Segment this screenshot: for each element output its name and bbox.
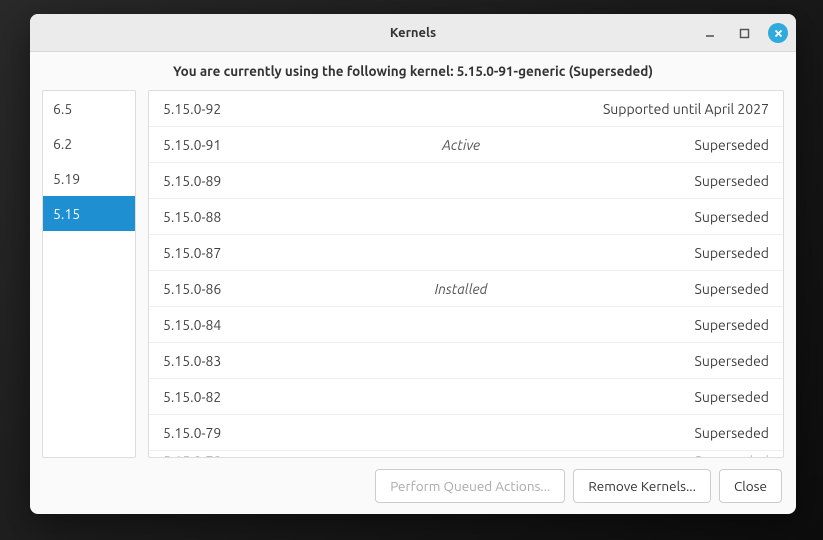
- button-label: Remove Kernels...: [588, 478, 696, 494]
- kernel-status: Superseded: [569, 281, 769, 297]
- kernel-status: Superseded: [569, 389, 769, 405]
- button-label: Perform Queued Actions...: [390, 478, 550, 494]
- perform-queued-actions-button[interactable]: Perform Queued Actions...: [375, 469, 565, 503]
- sidebar-item-label: 5.15: [53, 206, 80, 222]
- kernel-row[interactable]: 5.15.0-83 Superseded: [149, 343, 783, 379]
- minimize-button[interactable]: [700, 23, 720, 43]
- sidebar-item-5-19[interactable]: 5.19: [43, 161, 135, 196]
- kernels-window: Kernels: [30, 14, 796, 514]
- kernel-row-partial[interactable]: 5.15.0-78 Superseded: [149, 451, 783, 458]
- kernel-row[interactable]: 5.15.0-91 Active Superseded: [149, 127, 783, 163]
- kernel-version: 5.15.0-89: [163, 173, 353, 189]
- sidebar-item-6-2[interactable]: 6.2: [43, 126, 135, 161]
- kernel-status: Superseded: [569, 173, 769, 189]
- minimize-icon: [704, 27, 716, 39]
- kernel-row[interactable]: 5.15.0-92 Supported until April 2027: [149, 91, 783, 127]
- subtitle-bar: You are currently using the following ke…: [30, 52, 796, 90]
- kernel-version: 5.15.0-87: [163, 245, 353, 261]
- kernel-row[interactable]: 5.15.0-88 Superseded: [149, 199, 783, 235]
- current-kernel-text: You are currently using the following ke…: [173, 63, 653, 79]
- sidebar-item-label: 5.19: [53, 171, 80, 187]
- kernel-row[interactable]: 5.15.0-89 Superseded: [149, 163, 783, 199]
- kernel-version: 5.15.0-83: [163, 353, 353, 369]
- kernel-row[interactable]: 5.15.0-84 Superseded: [149, 307, 783, 343]
- button-label: Close: [734, 478, 767, 494]
- desktop-background: Kernels: [0, 0, 823, 540]
- kernel-status: Superseded: [569, 453, 769, 458]
- content-area: 6.5 6.2 5.19 5.15 5.15.0-92 Supported un…: [30, 90, 796, 458]
- kernel-version: 5.15.0-91: [163, 137, 353, 153]
- kernel-status: Superseded: [569, 353, 769, 369]
- kernel-status: Superseded: [569, 425, 769, 441]
- close-button[interactable]: Close: [719, 469, 782, 503]
- kernel-status: Supported until April 2027: [569, 101, 769, 117]
- kernel-list[interactable]: 5.15.0-92 Supported until April 2027 5.1…: [148, 90, 784, 458]
- kernel-version: 5.15.0-79: [163, 425, 353, 441]
- maximize-icon: [739, 28, 750, 39]
- kernel-series-sidebar[interactable]: 6.5 6.2 5.19 5.15: [42, 90, 136, 458]
- kernel-version: 5.15.0-82: [163, 389, 353, 405]
- kernel-version: 5.15.0-84: [163, 317, 353, 333]
- kernel-row[interactable]: 5.15.0-86 Installed Superseded: [149, 271, 783, 307]
- kernel-version: 5.15.0-86: [163, 281, 353, 297]
- sidebar-item-6-5[interactable]: 6.5: [43, 91, 135, 126]
- kernel-version: 5.15.0-92: [163, 101, 353, 117]
- kernel-status: Superseded: [569, 209, 769, 225]
- kernel-row[interactable]: 5.15.0-87 Superseded: [149, 235, 783, 271]
- window-title: Kernels: [390, 26, 436, 40]
- sidebar-item-label: 6.2: [53, 136, 72, 152]
- footer: Perform Queued Actions... Remove Kernels…: [30, 458, 796, 514]
- close-window-button[interactable]: [768, 23, 788, 43]
- kernel-status: Superseded: [569, 245, 769, 261]
- kernel-middle: Installed: [353, 281, 569, 297]
- kernel-row[interactable]: 5.15.0-79 Superseded: [149, 415, 783, 451]
- titlebar: Kernels: [30, 14, 796, 52]
- close-icon: [773, 28, 784, 39]
- remove-kernels-button[interactable]: Remove Kernels...: [573, 469, 711, 503]
- kernel-version: 5.15.0-78: [163, 453, 353, 458]
- kernel-middle: Active: [353, 137, 569, 153]
- kernel-version: 5.15.0-88: [163, 209, 353, 225]
- kernel-row[interactable]: 5.15.0-82 Superseded: [149, 379, 783, 415]
- sidebar-item-label: 6.5: [53, 101, 72, 117]
- maximize-button[interactable]: [734, 23, 754, 43]
- kernel-status: Superseded: [569, 317, 769, 333]
- sidebar-item-5-15[interactable]: 5.15: [43, 196, 135, 231]
- window-controls: [700, 14, 788, 52]
- kernel-status: Superseded: [569, 137, 769, 153]
